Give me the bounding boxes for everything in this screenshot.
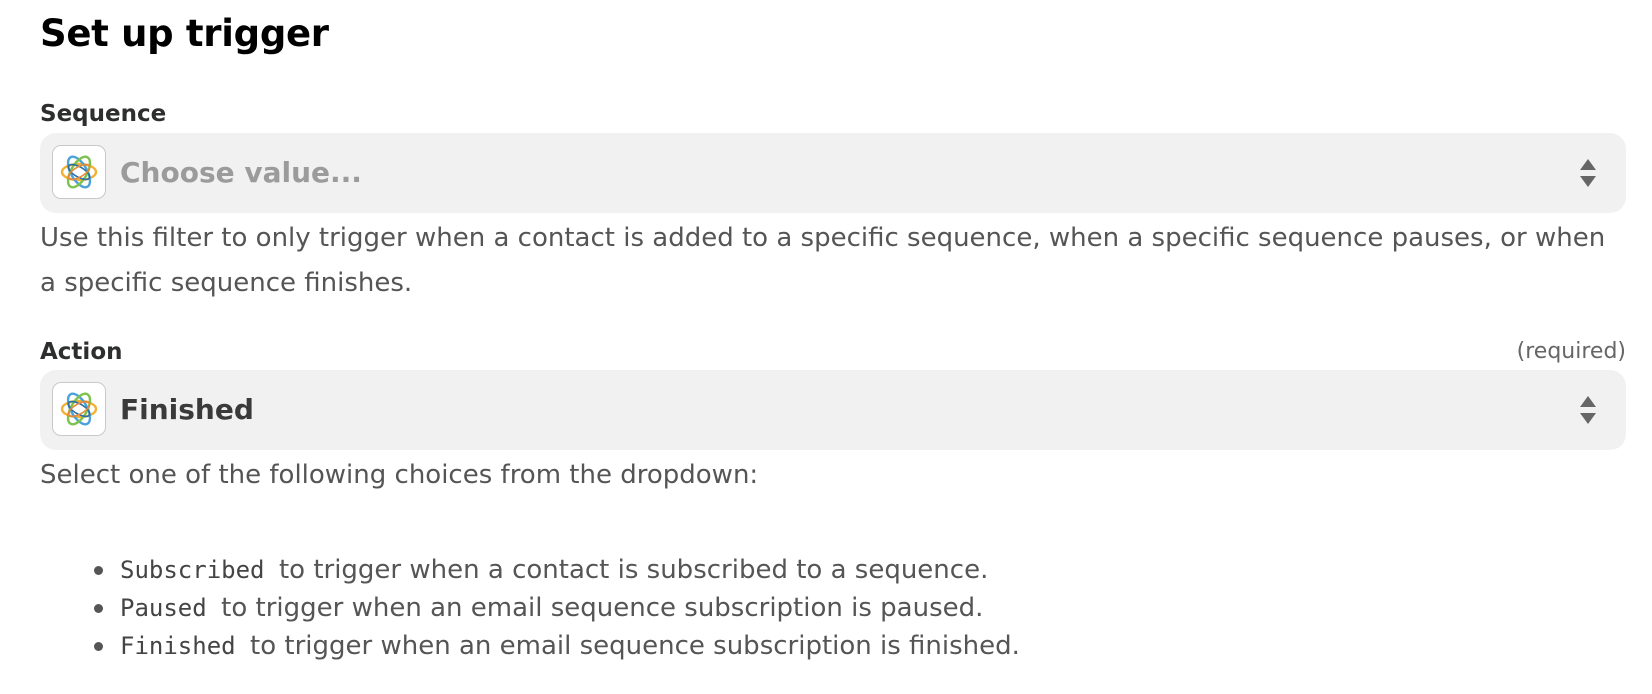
drip-app-icon — [52, 382, 106, 436]
choice-description: to trigger when a contact is subscribed … — [278, 555, 989, 585]
choice-code: Finished — [120, 632, 251, 660]
select-stepper-icon — [1580, 159, 1596, 187]
action-choices-list: Subscribed to trigger when a contact is … — [40, 551, 1626, 665]
sequence-help-text: Use this filter to only trigger when a c… — [40, 223, 1606, 298]
list-item: Paused to trigger when an email sequence… — [40, 589, 1626, 627]
drip-app-icon — [52, 145, 106, 199]
sequence-field-header: Sequence — [40, 99, 1626, 129]
required-hint: (required) — [1516, 339, 1626, 364]
bullet-dot — [94, 604, 103, 613]
bullet-dot — [94, 566, 103, 575]
action-help-text: Select one of the following choices from… — [40, 460, 759, 490]
select-stepper-icon — [1580, 396, 1596, 424]
action-select-value: Finished — [120, 393, 254, 426]
page-title: Set up trigger — [40, 12, 329, 55]
choice-description: to trigger when an email sequence subscr… — [250, 631, 1020, 661]
action-field-label: Action — [40, 339, 123, 365]
bullet-dot — [94, 642, 103, 651]
sequence-select[interactable]: Choose value... — [40, 133, 1626, 213]
sequence-field-label: Sequence — [40, 101, 167, 127]
choice-description: to trigger when an email sequence subscr… — [221, 593, 984, 623]
action-select[interactable]: Finished — [40, 370, 1626, 450]
action-field-header: Action (required) — [40, 337, 1626, 367]
choice-code: Paused — [120, 594, 222, 622]
choice-code: Subscribed — [120, 556, 279, 584]
sequence-select-placeholder: Choose value... — [120, 156, 362, 189]
list-item: Finished to trigger when an email sequen… — [40, 627, 1626, 665]
list-item: Subscribed to trigger when a contact is … — [40, 551, 1626, 589]
